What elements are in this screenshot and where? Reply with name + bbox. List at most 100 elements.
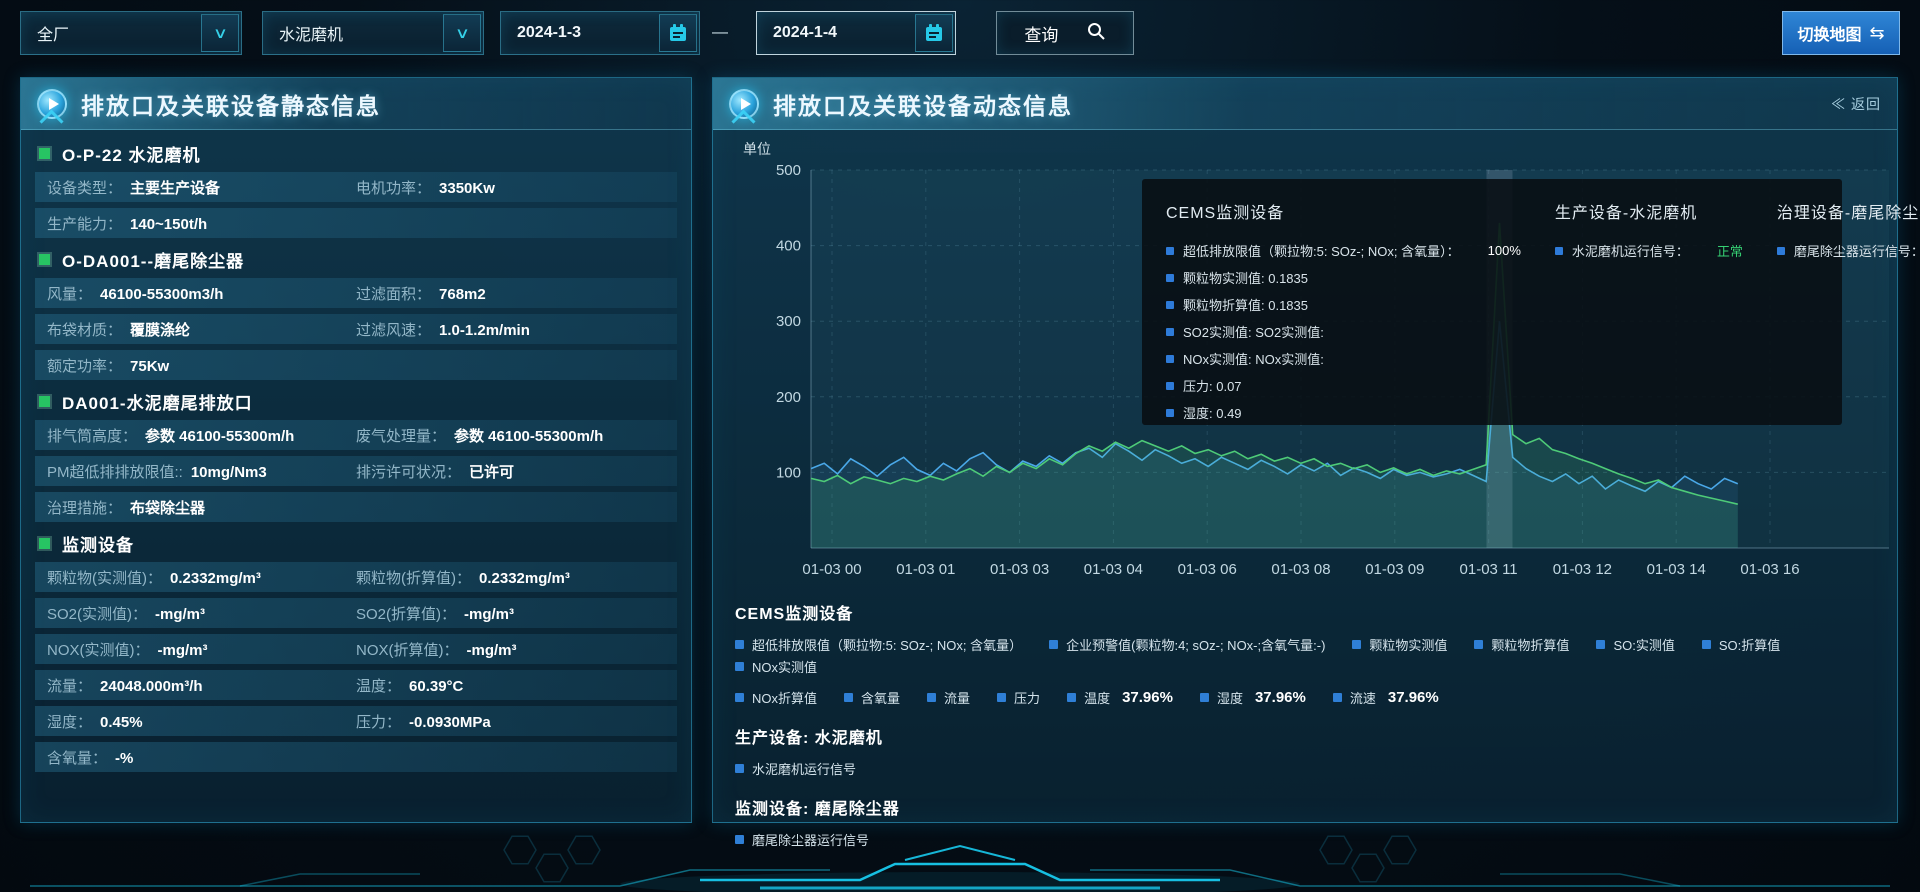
field-value: 0.2332mg/m³: [170, 570, 261, 587]
legend-item[interactable]: 颗粒物折算值: [1474, 633, 1569, 655]
svg-text:01-03 16: 01-03 16: [1740, 561, 1799, 578]
legend-item[interactable]: 流速37.96%: [1333, 686, 1439, 708]
legend-item-label: NOx实测值: [752, 657, 817, 676]
info-cell: 废气处理量： 参数 46100-55300m/h: [356, 425, 665, 446]
field-label: 治理措施：: [47, 497, 122, 518]
field-value: -mg/m³: [158, 642, 208, 659]
date-from-input[interactable]: 2024-1-3: [500, 11, 700, 55]
section-bullet-icon: [39, 148, 50, 159]
info-row: 含氧量：-%: [35, 742, 677, 772]
legend-item-label: 颗粒物实测值: [1369, 635, 1447, 654]
legend-marker-icon: [1166, 274, 1174, 282]
plant-select[interactable]: 全厂 ∨: [20, 11, 242, 55]
legend-marker-icon: [1166, 301, 1174, 309]
legend-marker-icon: [1166, 355, 1174, 363]
legend-item[interactable]: 湿度37.96%: [1200, 686, 1306, 708]
legend-item[interactable]: 含氧量: [844, 686, 900, 708]
field-label: PM超低排排放限值::: [47, 461, 183, 482]
field-label: NOX(折算值)：: [356, 639, 459, 660]
field-value: 0.2332mg/m³: [479, 570, 570, 587]
svg-text:200: 200: [776, 389, 801, 406]
legend-marker-icon: [997, 693, 1006, 702]
device-select[interactable]: 水泥磨机 ∨: [262, 11, 484, 55]
legend-item[interactable]: 压力: [997, 686, 1040, 708]
field-label: 温度：: [356, 675, 401, 696]
legend-item-label: 磨尾除尘器运行信号: [752, 830, 869, 849]
section-title: O-P-22 水泥磨机: [35, 138, 677, 168]
chevron-down-icon[interactable]: ∨: [201, 14, 239, 52]
info-row: 湿度：0.45%压力：-0.0930MPa: [35, 706, 677, 736]
legend-item-label: 流量: [944, 688, 970, 707]
legend-item[interactable]: 超低排放限值（颗拉物:5: SOz-; NOx; 含氧量）: [735, 633, 1022, 655]
field-value: 0.45%: [100, 714, 143, 731]
legend-marker-icon: [1596, 640, 1605, 649]
topbar: 全厂 ∨ 水泥磨机 ∨ 2024-1-3 — 2024-1-4: [20, 10, 1900, 56]
info-cell: PM超低排排放限值::10mg/Nm3: [47, 461, 356, 482]
legend-item[interactable]: 企业预警值(颗粒物:4; sOz-; NOx-;含氧气量:-): [1049, 633, 1325, 655]
info-cell: 颗粒物(实测值)：0.2332mg/m³: [47, 567, 356, 588]
legend-item[interactable]: NOx折算值: [735, 686, 817, 708]
svg-text:01-03 08: 01-03 08: [1271, 561, 1330, 578]
field-value: 46100-55300m3/h: [100, 286, 223, 303]
field-label: 流量：: [47, 675, 92, 696]
legend-marker-icon: [1049, 640, 1058, 649]
chart-tooltip: CEMS监测设备超低排放限值（颗拉物:5: SOz-; NOx; 含氧量）：10…: [1142, 179, 1842, 425]
calendar-icon[interactable]: [659, 14, 697, 52]
info-row: 设备类型：主要生产设备电机功率：3350Kw: [35, 172, 677, 202]
switch-map-button[interactable]: 切换地图 ⇆: [1782, 11, 1900, 55]
calendar-icon[interactable]: [915, 14, 953, 52]
info-row: 排气筒高度：参数 46100-55300m/h废气处理量： 参数 46100-55…: [35, 420, 677, 450]
legend-item[interactable]: NOx实测值: [735, 655, 817, 677]
legend-item[interactable]: 颗粒物实测值: [1352, 633, 1447, 655]
legend-item-label: 温度: [1084, 688, 1110, 707]
legend-marker-icon: [1166, 247, 1174, 255]
section-title-text: 监测设备: [62, 531, 134, 556]
legend-marker-icon: [927, 693, 936, 702]
field-value: 参数 46100-55300m/h: [454, 425, 603, 446]
switch-map-label: 切换地图: [1797, 21, 1861, 45]
legend-item[interactable]: 水泥磨机运行信号: [735, 757, 856, 779]
field-label: 废气处理量：: [356, 425, 446, 446]
date-to-input[interactable]: 2024-1-4: [756, 11, 956, 55]
field-value: 24048.000m³/h: [100, 678, 203, 695]
query-button-label: 查询: [1024, 21, 1058, 46]
field-label: 含氧量：: [47, 747, 107, 768]
svg-text:01-03 09: 01-03 09: [1365, 561, 1424, 578]
field-label: SO2(折算值)：: [356, 603, 456, 624]
info-cell: 排气筒高度：参数 46100-55300m/h: [47, 425, 356, 446]
legend-item-label: 水泥磨机运行信号: [752, 759, 856, 778]
legend-group: 监测设备: 磨尾除尘器磨尾除尘器运行信号: [735, 795, 1881, 850]
query-button[interactable]: 查询: [996, 11, 1134, 55]
info-cell: 含氧量：-%: [47, 747, 356, 768]
legend-item[interactable]: 温度 37.96%: [1067, 686, 1173, 708]
field-value: 140~150t/h: [130, 216, 207, 233]
back-link[interactable]: ≪ 返回: [1831, 94, 1881, 114]
legend-item[interactable]: SO:折算值: [1702, 633, 1780, 655]
tooltip-item: SO2实测值: SO2实测值:: [1166, 318, 1521, 345]
svg-text:01-03 12: 01-03 12: [1553, 561, 1612, 578]
section-title-text: DA001-水泥磨尾排放口: [62, 389, 253, 414]
legend-item-label: 湿度: [1217, 688, 1243, 707]
legend-item-label: 颗粒物折算值: [1491, 635, 1569, 654]
tooltip-item: 压力: 0.07: [1166, 372, 1521, 399]
field-label: 布袋材质：: [47, 319, 122, 340]
search-icon: [1086, 21, 1106, 46]
chevron-down-icon[interactable]: ∨: [443, 14, 481, 52]
field-value: 覆膜涤纶: [130, 319, 190, 340]
svg-text:100: 100: [776, 464, 801, 481]
field-value: 主要生产设备: [130, 177, 220, 198]
tooltip-item: 磨尾除尘器运行信号：故障: [1777, 237, 1920, 264]
legend-item[interactable]: 流量: [927, 686, 970, 708]
legend-group: 生产设备: 水泥磨机水泥磨机运行信号: [735, 724, 1881, 779]
info-cell: 过滤面积：768m2: [356, 283, 665, 304]
legend-item[interactable]: 磨尾除尘器运行信号: [735, 828, 869, 850]
info-row: 治理措施：布袋除尘器: [35, 492, 677, 522]
swap-arrows-icon: ⇆: [1869, 23, 1884, 44]
legend-item-value: 37.96%: [1122, 689, 1173, 706]
info-cell: 过滤风速：1.0-1.2m/min: [356, 319, 665, 340]
field-label: NOX(实测值)：: [47, 639, 150, 660]
legend-item[interactable]: SO:实测值: [1596, 633, 1674, 655]
field-label: 排污许可状况：: [356, 461, 461, 482]
tooltip-column: CEMS监测设备超低排放限值（颗拉物:5: SOz-; NOx; 含氧量）：10…: [1166, 199, 1521, 425]
legend-group-title: 生产设备: 水泥磨机: [735, 724, 1881, 748]
